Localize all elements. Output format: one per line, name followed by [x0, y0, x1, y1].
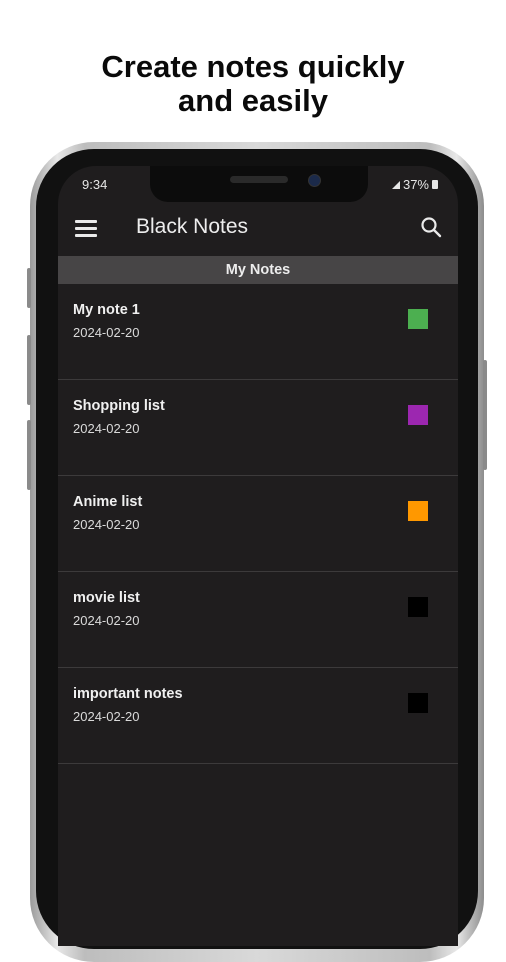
signal-icon [391, 180, 400, 189]
note-date: 2024-02-20 [73, 325, 140, 340]
app-title: Black Notes [136, 215, 249, 238]
battery-icon [432, 180, 438, 189]
front-camera [308, 174, 321, 187]
promo-headline: Create notes quickly and easily [0, 50, 506, 118]
hamburger-menu-icon[interactable] [75, 220, 97, 237]
note-item[interactable]: Anime list 2024-02-20 [58, 476, 458, 572]
note-item[interactable]: movie list 2024-02-20 [58, 572, 458, 668]
speaker-grille [230, 176, 288, 183]
promo-headline-line2: and easily [178, 83, 328, 118]
note-title: important notes [73, 686, 183, 702]
note-title: Anime list [73, 494, 143, 510]
note-date: 2024-02-20 [73, 421, 140, 436]
section-header-my-notes: My Notes [58, 256, 458, 284]
note-title: Shopping list [73, 398, 165, 414]
note-item[interactable]: My note 1 2024-02-20 [58, 284, 458, 380]
note-color-swatch [408, 597, 428, 617]
phone-side-button [27, 335, 31, 405]
note-date: 2024-02-20 [73, 709, 140, 724]
note-color-swatch [408, 693, 428, 713]
camera-notch [150, 166, 368, 202]
search-icon[interactable] [420, 216, 442, 238]
phone-side-button [483, 360, 487, 470]
note-item[interactable]: Shopping list 2024-02-20 [58, 380, 458, 476]
status-time: 9:34 [82, 177, 108, 192]
battery-percent: 37% [402, 177, 429, 192]
phone-side-button [27, 268, 31, 308]
app-bar: Black Notes [58, 202, 458, 254]
note-color-swatch [408, 405, 428, 425]
note-date: 2024-02-20 [73, 517, 140, 532]
phone-side-button [27, 420, 31, 490]
phone-screen: 9:34 37% Black Notes My Notes My note 1 … [58, 166, 458, 946]
promo-headline-line1: Create notes quickly [101, 49, 405, 84]
note-color-swatch [408, 501, 428, 521]
note-title: movie list [73, 590, 140, 606]
note-title: My note 1 [73, 302, 140, 318]
note-item[interactable]: important notes 2024-02-20 [58, 668, 458, 764]
note-list: My note 1 2024-02-20 Shopping list 2024-… [58, 284, 458, 764]
note-color-swatch [408, 309, 428, 329]
note-date: 2024-02-20 [73, 613, 140, 628]
status-indicators: 37% [391, 177, 438, 192]
